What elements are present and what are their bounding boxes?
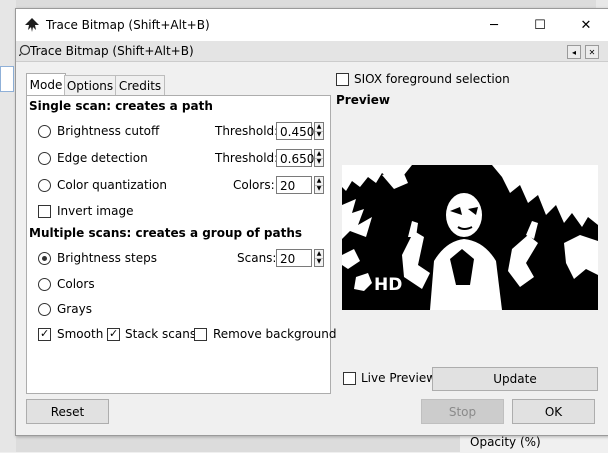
tab-options[interactable]: Options — [64, 75, 116, 95]
tab-mode[interactable]: Mode — [26, 73, 66, 96]
multi-colors-label: Colors — [57, 277, 95, 291]
invert-image-label: Invert image — [57, 204, 134, 218]
smooth-label: Smooth — [57, 327, 104, 341]
remove-background-checkbox[interactable] — [194, 328, 207, 341]
scans-input[interactable]: 20 — [276, 249, 312, 267]
invert-image-checkbox[interactable] — [38, 205, 51, 218]
spin-down-icon[interactable]: ▼ — [315, 131, 323, 139]
window-title: Trace Bitmap (Shift+Alt+B) — [46, 18, 210, 32]
threshold-label: Threshold: — [215, 151, 279, 165]
tab-mode-label: Mode — [29, 78, 63, 92]
grays-label: Grays — [57, 302, 92, 316]
mode-panel: Single scan: creates a path Brightness c… — [26, 95, 337, 394]
scans-stepper[interactable]: ▲ ▼ — [314, 249, 324, 267]
siox-checkbox[interactable] — [336, 73, 349, 86]
brightness-cutoff-label: Brightness cutoff — [57, 124, 160, 138]
tab-credits[interactable]: Credits — [115, 75, 165, 95]
live-preview-label: Live Preview — [361, 371, 437, 385]
scans-label: Scans: — [237, 251, 277, 265]
reset-button-label: Reset — [50, 404, 85, 419]
title-bar[interactable]: Trace Bitmap (Shift+Alt+B) ─ ☐ ✕ — [16, 9, 608, 41]
stop-button-label: Stop — [448, 404, 477, 419]
ok-button[interactable]: OK — [512, 399, 595, 424]
stop-button[interactable]: Stop — [421, 399, 504, 424]
multi-colors-radio[interactable] — [38, 278, 51, 291]
minimize-icon: ─ — [490, 17, 498, 33]
brightness-steps-label: Brightness steps — [57, 251, 157, 265]
reset-button[interactable]: Reset — [26, 399, 109, 424]
brightness-threshold-input[interactable]: 0.450 — [276, 122, 314, 140]
colors-input[interactable]: 20 — [276, 176, 312, 194]
minimize-button[interactable]: ─ — [471, 9, 517, 41]
dock-header[interactable]: Trace Bitmap (Shift+Alt+B) ◂ ✕ — [16, 41, 608, 62]
trace-preview-graphic: HD — [342, 165, 598, 310]
checkmark-icon: ✓ — [109, 327, 119, 340]
tab-options-label: Options — [66, 78, 114, 93]
grays-radio[interactable] — [38, 303, 51, 316]
hd-badge: HD — [374, 275, 402, 295]
dock-close-button[interactable]: ✕ — [585, 45, 599, 59]
siox-label: SIOX foreground selection — [354, 72, 510, 86]
stack-scans-label: Stack scans — [125, 327, 197, 341]
colors-stepper[interactable]: ▲ ▼ — [314, 176, 324, 194]
single-scan-heading: Single scan: creates a path — [29, 99, 213, 113]
close-icon: ✕ — [588, 47, 596, 57]
colors-label: Colors: — [233, 178, 275, 192]
color-quantization-label: Color quantization — [57, 178, 168, 192]
brightness-threshold-stepper[interactable]: ▲ ▼ — [314, 122, 324, 140]
maximize-button[interactable]: ☐ — [517, 9, 563, 41]
iconify-button[interactable]: ◂ — [567, 45, 581, 59]
preview-image: HD — [342, 165, 598, 310]
color-quantization-radio[interactable] — [38, 179, 51, 192]
close-button[interactable]: ✕ — [563, 9, 608, 41]
maximize-icon: ☐ — [534, 17, 546, 33]
spin-down-icon[interactable]: ▼ — [315, 258, 323, 266]
update-button[interactable]: Update — [432, 367, 598, 391]
tab-credits-label: Credits — [118, 78, 162, 93]
opacity-label: Opacity (%) — [470, 435, 541, 449]
edge-threshold-input[interactable]: 0.650 — [276, 149, 314, 167]
spin-down-icon[interactable]: ▼ — [315, 185, 323, 193]
live-preview-checkbox[interactable] — [343, 372, 356, 385]
brightness-cutoff-radio[interactable] — [38, 125, 51, 138]
smooth-checkbox[interactable]: ✓ — [38, 327, 51, 341]
inkscape-app-icon — [25, 18, 39, 32]
arrow-left-icon: ◂ — [571, 47, 576, 57]
spin-down-icon[interactable]: ▼ — [315, 158, 323, 166]
trace-bitmap-window: Trace Bitmap (Shift+Alt+B) ─ ☐ ✕ Trace B… — [15, 8, 608, 436]
close-icon: ✕ — [580, 17, 592, 33]
stack-scans-checkbox[interactable]: ✓ — [107, 327, 120, 341]
edge-detection-label: Edge detection — [57, 151, 148, 165]
edge-detection-radio[interactable] — [38, 152, 51, 165]
threshold-label: Threshold: — [215, 124, 279, 138]
brightness-steps-radio[interactable] — [38, 252, 51, 265]
remove-background-label: Remove background — [213, 327, 337, 341]
background-input — [0, 66, 14, 92]
multiple-scans-heading: Multiple scans: creates a group of paths — [29, 226, 303, 240]
preview-heading: Preview — [336, 93, 391, 107]
dock-title: Trace Bitmap (Shift+Alt+B) — [30, 44, 194, 58]
edge-threshold-stepper[interactable]: ▲ ▼ — [314, 149, 324, 167]
update-button-label: Update — [493, 372, 537, 386]
ok-button-label: OK — [544, 404, 563, 419]
checkmark-icon: ✓ — [40, 327, 50, 340]
